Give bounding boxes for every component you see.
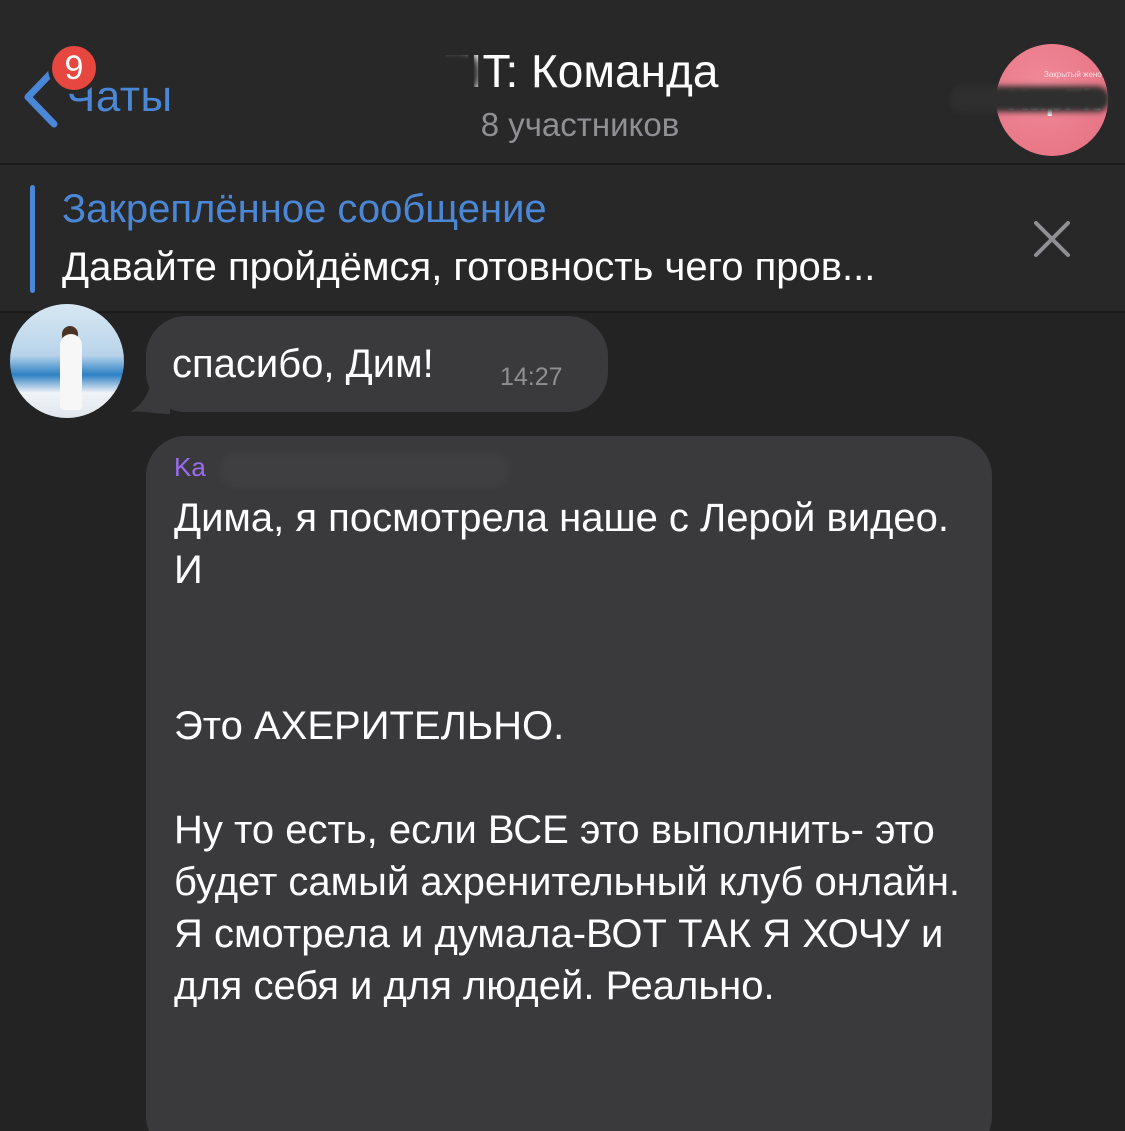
pinned-text: Давайте пройдёмся, готовность чего пров.… <box>62 245 876 289</box>
message-text: Дима, я посмотрела наше с Лерой видео. И… <box>174 496 961 1008</box>
pinned-indicator <box>30 185 35 293</box>
avatar-caption: Закрытый жено <box>1044 70 1102 79</box>
chat-screen: Чаты 9 FIT: Команда 8 участников Закрыты… <box>0 0 1125 1131</box>
title-redaction <box>300 50 480 96</box>
member-count: 8 участников <box>480 106 680 143</box>
close-icon[interactable] <box>1030 217 1074 261</box>
pinned-message-bar[interactable]: Закреплённое сообщение Давайте пройдёмся… <box>0 165 1125 313</box>
pinned-label: Закреплённое сообщение <box>62 187 547 231</box>
sender-redaction <box>220 452 510 488</box>
avatar-redaction <box>950 86 1110 112</box>
sender-name[interactable]: Ka <box>174 452 206 483</box>
unread-badge: 9 <box>48 42 100 94</box>
sender-avatar[interactable] <box>10 304 124 418</box>
message-text: спасибо, Дим! <box>172 342 434 386</box>
avatar-figure <box>60 334 82 410</box>
chat-header: Чаты 9 FIT: Команда 8 участников Закрыты… <box>0 0 1125 165</box>
message-time: 14:27 <box>500 363 563 391</box>
